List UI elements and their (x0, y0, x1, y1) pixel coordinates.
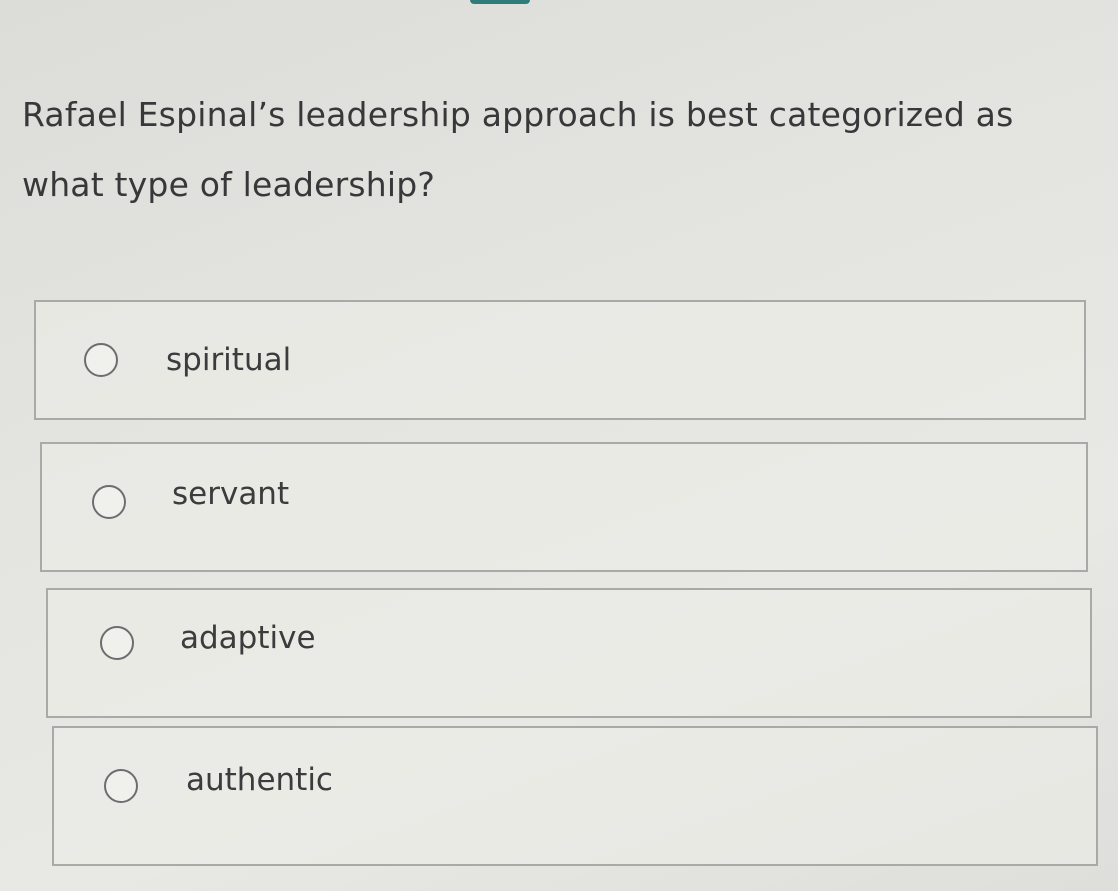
option-label: adaptive (180, 619, 316, 656)
answer-options: spiritual servant adaptive authentic (0, 0, 1118, 891)
radio-button-icon[interactable] (100, 625, 134, 660)
option-label: spiritual (166, 342, 292, 378)
radio-button-icon[interactable] (104, 769, 138, 804)
radio-button-icon[interactable] (92, 484, 126, 519)
option-authentic[interactable]: authentic (52, 726, 1098, 866)
option-label: servant (172, 476, 290, 513)
option-spiritual[interactable]: spiritual (34, 300, 1086, 420)
radio-button-icon[interactable] (84, 343, 118, 377)
option-adaptive[interactable]: adaptive (46, 588, 1092, 718)
option-label: authentic (186, 761, 333, 798)
option-servant[interactable]: servant (40, 442, 1088, 572)
